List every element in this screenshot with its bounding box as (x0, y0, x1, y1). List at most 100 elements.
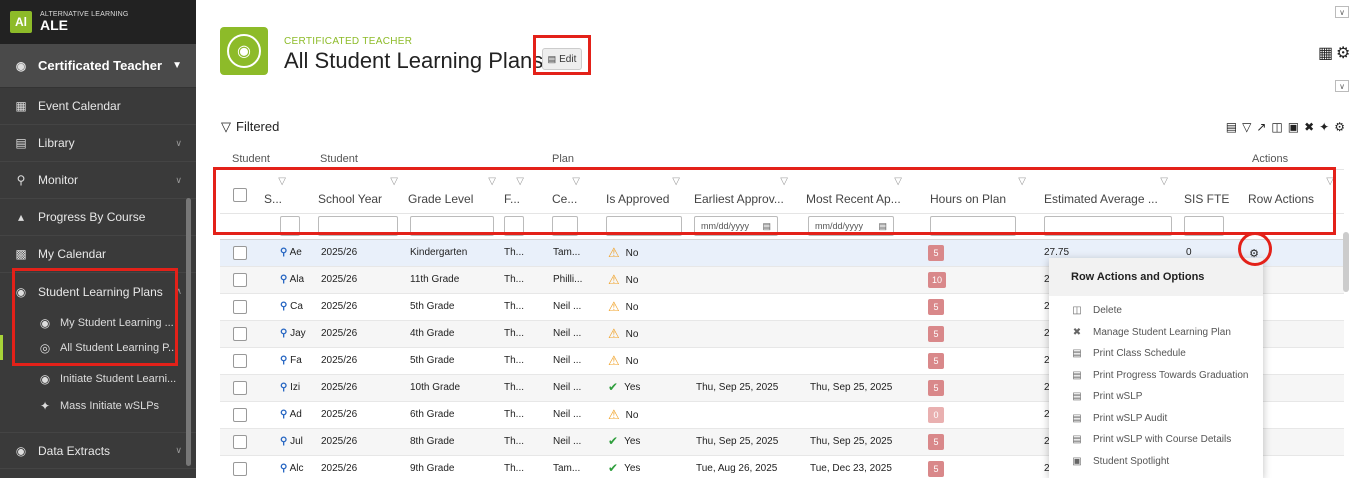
col-f[interactable]: F... ▽ (504, 174, 528, 210)
edit-button[interactable]: ▤ Edit (542, 48, 582, 70)
hours-badge: 5 (928, 461, 944, 477)
row-checkbox[interactable] (233, 300, 247, 314)
row-checkbox[interactable] (233, 246, 247, 260)
lightbulb-icon: ◉ (227, 34, 261, 68)
student-link[interactable]: ⚲ Ca (280, 301, 308, 312)
col-earliest-approval[interactable]: Earliest Approv... ▽ (694, 174, 792, 210)
row-checkbox[interactable] (233, 435, 247, 449)
filter-s[interactable] (280, 216, 300, 236)
export-icon[interactable]: ▣ (1288, 120, 1299, 134)
row-checkbox[interactable] (233, 381, 247, 395)
filter-sis-fte[interactable] (1184, 216, 1224, 236)
filter-hours[interactable] (930, 216, 1016, 236)
row-checkbox[interactable] (233, 462, 247, 476)
filter-earliest-date[interactable]: mm/dd/yyyy ▤ (694, 216, 778, 236)
row-checkbox[interactable] (233, 408, 247, 422)
funnel-icon: ▽ (894, 176, 902, 187)
student-link[interactable]: ⚲ Ala (280, 274, 308, 285)
brand-logo: Al (10, 11, 32, 33)
calendar-icon: ▦ (15, 99, 27, 113)
menu-item-student-spotlight[interactable]: ▣ Student Spotlight (1049, 451, 1263, 473)
col-grade-level[interactable]: Grade Level ▽ (408, 174, 500, 210)
gear-icon[interactable]: ⚙ (1336, 43, 1350, 63)
cell-school-year: 2025/26 (321, 436, 358, 447)
filter-estimated[interactable] (1044, 216, 1172, 236)
gear-icon[interactable]: ⚙ (1334, 120, 1345, 134)
menu-item-print-wslp-with-course-details[interactable]: ▤ Print wSLP with Course Details (1049, 429, 1263, 451)
col-sis-fte[interactable]: SIS FTE (1184, 174, 1234, 210)
cell-ce: Neil ... (553, 328, 582, 339)
layout-grid-icon[interactable]: ▦ (1318, 43, 1333, 63)
student-link[interactable]: ⚲ Izi (280, 382, 308, 393)
filter-grade-level[interactable] (410, 216, 494, 236)
caret-down-icon: ▼ (172, 60, 182, 71)
group-student-1: Student (232, 153, 270, 165)
menu-item-delete[interactable]: ◫ Delete (1049, 300, 1263, 322)
filter-ce[interactable] (552, 216, 578, 236)
filter-indicator[interactable]: ▽ Filtered (221, 119, 279, 135)
col-row-actions[interactable]: Row Actions ▽ (1248, 174, 1338, 210)
col-most-recent-approval[interactable]: Most Recent Ap... ▽ (806, 174, 906, 210)
student-link[interactable]: ⚲ Alc (280, 463, 308, 474)
nav-student-learning-plans[interactable]: ◉ Student Learning Plans ∧ (0, 273, 196, 310)
lightbulb-icon: ◉ (15, 284, 27, 299)
student-link[interactable]: ⚲ Jay (280, 328, 308, 339)
student-link[interactable]: ⚲ Fa (280, 355, 308, 366)
nav-monitor[interactable]: ⚲ Monitor ∨ (0, 162, 196, 199)
expand-icon[interactable]: ↗ (1256, 120, 1266, 134)
menu-item-label: Print Class Schedule (1093, 348, 1186, 360)
cell-school-year: 2025/26 (321, 328, 358, 339)
nav-progress-by-course[interactable]: ▴ Progress By Course (0, 199, 196, 236)
cell-most-recent-approval: Thu, Sep 25, 2025 (810, 382, 893, 393)
filter-is-approved[interactable] (606, 216, 682, 236)
nav-label: My Calendar (38, 247, 107, 261)
cell-grade-level: 6th Grade (410, 409, 455, 420)
nav-sub-mass-initiate[interactable]: ✦ Mass Initiate wSLPs (0, 393, 196, 418)
row-checkbox[interactable] (233, 327, 247, 341)
menu-item-manage-student-learning-plan[interactable]: ✖ Manage Student Learning Plan (1049, 322, 1263, 344)
save-icon[interactable]: ▤ (1226, 120, 1237, 134)
col-hours-on-plan[interactable]: Hours on Plan ▽ (930, 174, 1030, 210)
printer-icon: ▤ (1072, 434, 1082, 446)
collapse-top-icon[interactable]: ∨ (1335, 6, 1349, 18)
filter-recent-date[interactable]: mm/dd/yyyy ▤ (808, 216, 894, 236)
role-selector[interactable]: ◉ Certificated Teacher ▼ (0, 44, 196, 88)
nav-event-calendar[interactable]: ▦ Event Calendar (0, 88, 196, 125)
student-link[interactable]: ⚲ Ae (280, 247, 308, 258)
student-link[interactable]: ⚲ Jul (280, 436, 308, 447)
collapse-bottom-icon[interactable]: ∨ (1335, 80, 1349, 92)
sidebar-scrollbar[interactable] (186, 198, 191, 466)
col-is-approved[interactable]: Is Approved ▽ (606, 174, 684, 210)
col-estimated-average[interactable]: Estimated Average ... ▽ (1044, 174, 1172, 210)
filter-school-year[interactable] (318, 216, 398, 236)
magic-wand-icon[interactable]: ✦ (1319, 120, 1329, 134)
search-icon: ⚲ (280, 328, 288, 339)
filter-f[interactable] (504, 216, 524, 236)
hours-badge: 10 (928, 272, 947, 288)
student-link[interactable]: ⚲ Ad (280, 409, 308, 420)
menu-item-print-progress-towards-graduation[interactable]: ▤ Print Progress Towards Graduation (1049, 365, 1263, 387)
grid-scrollbar[interactable] (1343, 232, 1349, 292)
menu-item-label: Manage Student Learning Plan (1093, 326, 1231, 338)
col-s[interactable]: S... ▽ (264, 174, 290, 210)
nav-library[interactable]: ▤ Library ∨ (0, 125, 196, 162)
nav-sub-all-slp[interactable]: ◎ All Student Learning P... (0, 335, 196, 360)
chevron-up-icon: ∧ (175, 286, 182, 296)
nav-data-extracts[interactable]: ◉ Data Extracts ∨ (0, 432, 196, 469)
tools-icon[interactable]: ✖ (1304, 120, 1314, 134)
menu-item-print-wslp[interactable]: ▤ Print wSLP (1049, 386, 1263, 408)
nav-my-calendar[interactable]: ▩ My Calendar (0, 236, 196, 273)
columns-icon[interactable]: ◫ (1271, 120, 1282, 134)
menu-item-print-class-schedule[interactable]: ▤ Print Class Schedule (1049, 343, 1263, 365)
row-checkbox[interactable] (233, 354, 247, 368)
select-all-checkbox[interactable] (233, 188, 247, 202)
nav-sub-my-slp[interactable]: ◉ My Student Learning ... (0, 310, 196, 335)
col-ce[interactable]: Ce... ▽ (552, 174, 584, 210)
filter-list-icon[interactable]: ▽ (1242, 120, 1251, 134)
col-school-year[interactable]: School Year ▽ (318, 174, 402, 210)
nav-sub-initiate[interactable]: ◉ Initiate Student Learni... (0, 366, 196, 391)
menu-item-print-wslp-audit[interactable]: ▤ Print wSLP Audit (1049, 408, 1263, 430)
printer-icon: ▤ (1072, 369, 1082, 381)
row-checkbox[interactable] (233, 273, 247, 287)
brand[interactable]: Al ALTERNATIVE LEARNING ALE (0, 0, 196, 44)
